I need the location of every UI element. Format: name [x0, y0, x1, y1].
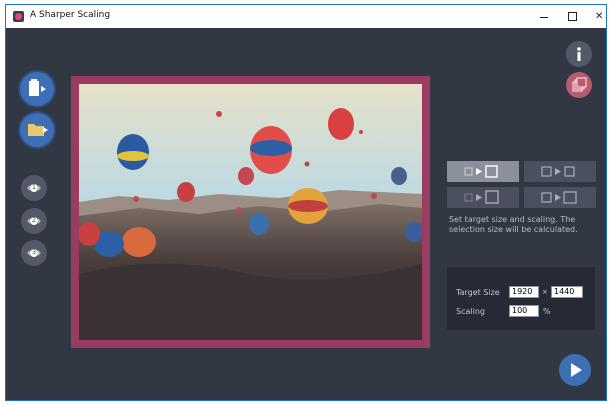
- target-height-field[interactable]: 1440: [551, 286, 583, 298]
- start-button[interactable]: [559, 354, 591, 386]
- target-width-field[interactable]: 1920: [509, 286, 539, 298]
- play-icon: [571, 363, 582, 377]
- close-button[interactable]: [586, 5, 606, 28]
- title-bar: A Sharper Scaling: [6, 5, 606, 28]
- minimize-button[interactable]: [530, 5, 558, 28]
- zoom-1-button[interactable]: 1: [21, 175, 47, 201]
- clipboard-icon: [29, 79, 46, 96]
- zoom-3-button[interactable]: 3: [21, 240, 47, 266]
- maximize-button[interactable]: [558, 5, 586, 28]
- size-separator: ×: [542, 288, 548, 296]
- folder-icon: [28, 124, 48, 136]
- size-panel: Target Size 1920 × 1440 Scaling 100 %: [447, 267, 595, 330]
- percent-label: %: [543, 307, 551, 316]
- balloon-photo-illustration: [79, 84, 422, 340]
- target-size-label: Target Size: [456, 288, 500, 297]
- scaling-label: Scaling: [456, 307, 485, 316]
- paste-button[interactable]: [20, 72, 54, 106]
- help-text: Set target size and scaling. The selecti…: [449, 215, 578, 234]
- image-frame: [71, 76, 430, 348]
- window-title: A Sharper Scaling: [30, 10, 111, 20]
- mode-stretch-button[interactable]: [524, 187, 596, 208]
- open-folder-button[interactable]: [20, 113, 54, 147]
- zoom-3-label: 3: [31, 248, 37, 256]
- stack-icon: [572, 77, 587, 92]
- zoom-1-label: 1: [31, 183, 37, 191]
- info-button[interactable]: [566, 41, 592, 67]
- zoom-2-button[interactable]: 2: [21, 208, 47, 234]
- app-icon: [13, 11, 24, 22]
- scale-fit-icon: [464, 165, 498, 178]
- mode-fit-button[interactable]: [447, 161, 519, 182]
- scale-shrink-icon: [464, 190, 499, 204]
- scale-grow-icon: [541, 166, 575, 177]
- zoom-2-label: 2: [31, 216, 37, 224]
- info-icon: [577, 47, 581, 61]
- scaling-field[interactable]: 100: [509, 305, 539, 317]
- app-window: A Sharper Scaling 1 2: [5, 4, 607, 401]
- scale-stretch-icon: [541, 191, 577, 204]
- mode-grow-button[interactable]: [524, 161, 596, 182]
- batch-button[interactable]: [566, 72, 592, 98]
- preview-image[interactable]: [79, 84, 422, 340]
- mode-shrink-button[interactable]: [447, 187, 519, 208]
